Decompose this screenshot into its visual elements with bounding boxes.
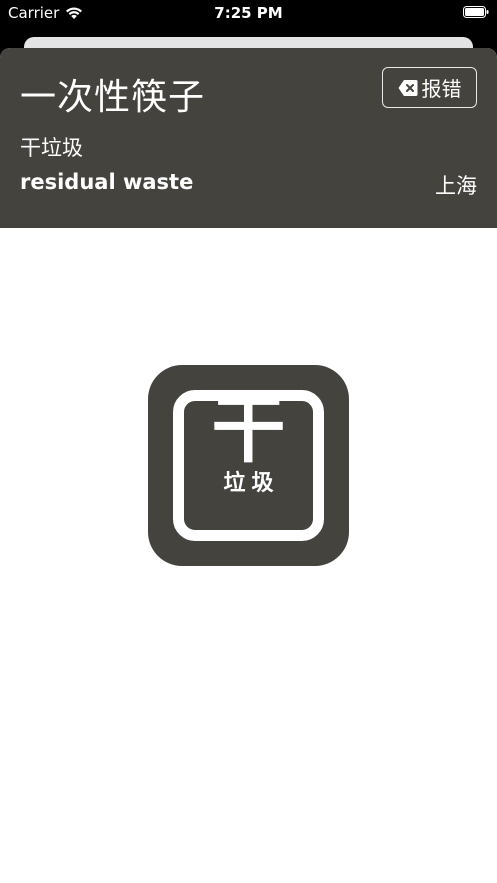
- category-name-cn: 干垃圾: [20, 136, 83, 160]
- badge-glyph: 干: [211, 387, 286, 473]
- residual-waste-badge-icon: 干 垃圾: [148, 365, 349, 566]
- delete-x-icon: [398, 79, 417, 96]
- badge-label: 垃圾: [223, 471, 280, 496]
- detail-sheet: 一次性筷子 报错 干垃圾 residual waste 上海 干 垃圾: [0, 48, 497, 883]
- result-header: 一次性筷子 报错 干垃圾 residual waste 上海: [0, 48, 497, 228]
- status-bar: Carrier 7:25 PM: [0, 0, 497, 28]
- city-selector[interactable]: 上海: [435, 170, 477, 200]
- clock: 7:25 PM: [214, 4, 283, 22]
- category-name-en: residual waste: [20, 170, 194, 194]
- item-name: 一次性筷子: [20, 77, 206, 118]
- report-error-label: 报错: [421, 77, 462, 101]
- battery-icon: [463, 6, 489, 18]
- report-error-button[interactable]: 报错: [382, 67, 477, 108]
